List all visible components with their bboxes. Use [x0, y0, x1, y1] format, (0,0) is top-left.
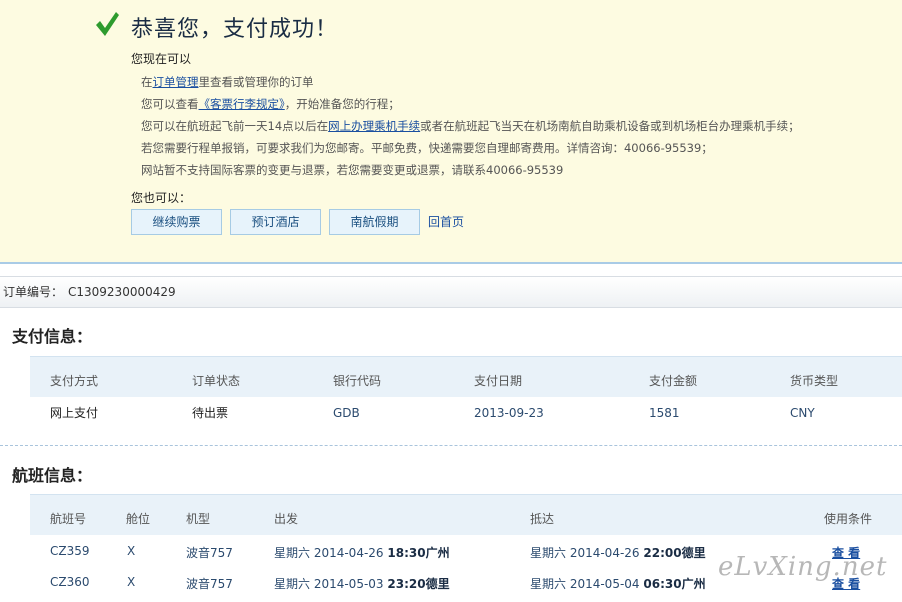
departure: 星期六 2014-05-03 23:20德里: [274, 577, 450, 591]
flight-number: CZ359: [50, 544, 90, 558]
order-status: 待出票: [192, 406, 229, 420]
now-you-can-label: 您现在可以: [131, 52, 192, 66]
checkmark-icon: [96, 12, 119, 36]
info-line-itinerary: 若您需要行程单报销，可要求我们为您邮寄。平邮免费，快递需要您自理邮寄费用。详情咨…: [141, 141, 713, 155]
payment-section-title: 支付信息：: [12, 327, 93, 346]
payment-amount: 1581: [649, 406, 680, 420]
flight-header-conditions: 使用条件: [824, 512, 873, 526]
flight-table-header: 航班号 舱位 机型 出发 抵达 使用条件: [30, 494, 902, 535]
aircraft-type: 波音757: [186, 577, 233, 591]
online-checkin-link[interactable]: 网上办理乘机手续: [328, 119, 420, 133]
arrival: 星期六 2014-05-04 06:30广州: [530, 577, 706, 591]
flight-section-title: 航班信息：: [12, 466, 93, 485]
order-number-bar: 订单编号： C1309230000429: [0, 276, 902, 308]
info-line-order-manage: 在订单管理里查看或管理你的订单: [141, 75, 314, 89]
order-number-label: 订单编号：: [3, 285, 64, 299]
cabin-class: X: [127, 575, 136, 589]
section-divider: [0, 445, 902, 446]
flight-header-arrival: 抵达: [530, 512, 555, 526]
currency-type: CNY: [790, 406, 815, 420]
payment-header-date: 支付日期: [474, 374, 523, 388]
order-management-link[interactable]: 订单管理: [153, 75, 199, 89]
cabin-class: X: [127, 544, 136, 558]
success-panel: 恭喜您，支付成功！ 您现在可以 在订单管理里查看或管理你的订单 您可以查看《客票…: [0, 0, 902, 264]
flight-header-cabin: 舱位: [126, 512, 151, 526]
holiday-button[interactable]: 南航假期: [329, 209, 420, 235]
flight-header-number: 航班号: [50, 512, 87, 526]
flight-number: CZ360: [50, 575, 90, 589]
info-line-baggage-rules: 您可以查看《客票行李规定》，开始准备您的行程；: [141, 97, 400, 111]
payment-header-method: 支付方式: [50, 374, 99, 388]
aircraft-type: 波音757: [186, 546, 233, 560]
order-number-value: C1309230000429: [68, 285, 176, 299]
bank-code: GDB: [333, 406, 360, 420]
flight-header-departure: 出发: [274, 512, 299, 526]
book-hotel-button[interactable]: 预订酒店: [230, 209, 321, 235]
payment-method: 网上支付: [50, 406, 99, 420]
flight-header-aircraft: 机型: [186, 512, 211, 526]
continue-booking-button[interactable]: 继续购票: [131, 209, 222, 235]
info-line-intl-refund: 网站暂不支持国际客票的变更与退票，若您需要变更或退票，请联系40066-9553…: [141, 163, 564, 177]
departure: 星期六 2014-04-26 18:30广州: [274, 546, 450, 560]
payment-header-currency: 货币类型: [790, 374, 839, 388]
payment-header-bank: 银行代码: [333, 374, 382, 388]
payment-table-header: 支付方式 订单状态 银行代码 支付日期 支付金额 货币类型: [30, 356, 902, 397]
arrival: 星期六 2014-04-26 22:00德里: [530, 546, 706, 560]
info-line-checkin: 您可以在航班起飞前一天14点以后在网上办理乘机手续或者在航班起飞当天在机场南航自…: [141, 119, 800, 133]
home-link[interactable]: 回首页: [428, 213, 464, 230]
watermark: eLvXing.net: [718, 552, 888, 582]
success-title: 恭喜您，支付成功！: [131, 17, 339, 42]
payment-header-amount: 支付金额: [649, 374, 698, 388]
payment-date: 2013-09-23: [474, 406, 544, 420]
baggage-rules-link[interactable]: 《客票行李规定》: [199, 97, 285, 111]
also-can-label: 您也可以：: [131, 191, 192, 205]
payment-header-status: 订单状态: [192, 374, 241, 388]
